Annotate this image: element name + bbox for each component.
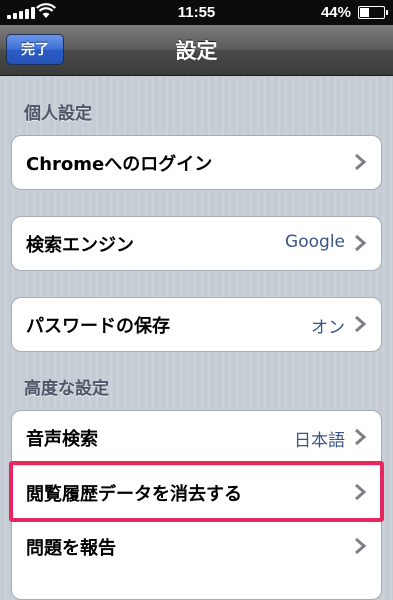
settings-row-report-issue[interactable]: 問題を報告: [12, 519, 381, 573]
settings-row-voice-search[interactable]: 音声検索 日本語: [12, 411, 381, 465]
navigation-bar: 完了 設定: [0, 25, 393, 76]
settings-row-chrome-signin[interactable]: Chromeへのログイン: [12, 136, 381, 189]
chevron-right-icon: [355, 483, 367, 501]
battery-percentage: 44%: [320, 4, 351, 21]
chevron-right-icon: [355, 153, 367, 171]
settings-group-advanced: 音声検索 日本語 閲覧履歴データを消去する 問題を報告: [11, 410, 382, 600]
page-title: 設定: [175, 39, 218, 63]
row-label: パスワードの保存: [26, 316, 170, 337]
chevron-right-icon: [355, 537, 367, 555]
chevron-right-icon: [355, 234, 367, 252]
section-header-advanced: 高度な設定: [24, 379, 109, 399]
row-label: 閲覧履歴データを消去する: [26, 484, 242, 505]
row-label: 検索エンジン: [26, 235, 134, 256]
settings-group-search-engine: 検索エンジン Google: [11, 216, 382, 271]
status-bar: 11:55 44%: [0, 0, 393, 25]
settings-group-passwords: パスワードの保存 オン: [11, 297, 382, 352]
settings-group-signin: Chromeへのログイン: [11, 135, 382, 190]
row-value: オン: [311, 318, 345, 338]
chevron-right-icon: [355, 428, 367, 446]
row-value: Google: [285, 232, 345, 252]
battery-icon: [358, 6, 388, 19]
settings-row-save-passwords[interactable]: パスワードの保存 オン: [12, 298, 381, 351]
settings-row-search-engine[interactable]: 検索エンジン Google: [12, 217, 381, 270]
row-value: 日本語: [294, 431, 345, 451]
row-label: 音声検索: [26, 429, 98, 450]
section-header-personal: 個人設定: [24, 104, 92, 124]
row-label: Chromeへのログイン: [26, 154, 213, 175]
row-label: 問題を報告: [26, 538, 116, 559]
settings-row-clear-browsing-data[interactable]: 閲覧履歴データを消去する: [12, 465, 381, 519]
chevron-right-icon: [355, 315, 367, 333]
